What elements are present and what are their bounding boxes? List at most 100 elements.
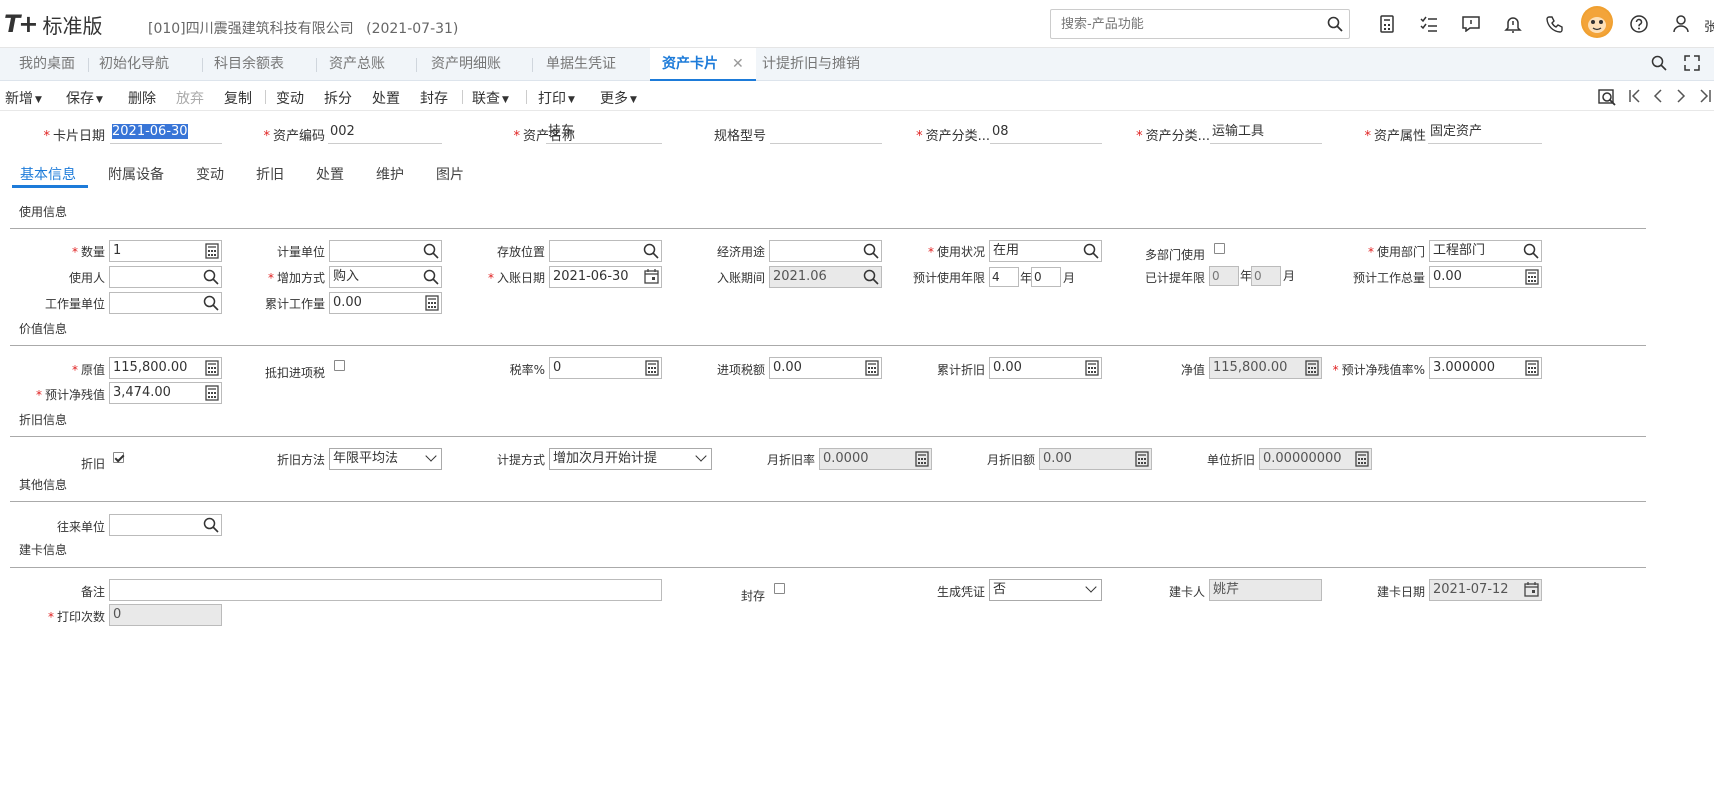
fullscreen-icon[interactable] [1684,55,1700,74]
spec-model-field[interactable] [770,122,882,144]
generate-voucher-select[interactable]: 否 [989,579,1102,601]
workload-unit-field[interactable] [109,292,222,314]
tab-account-balance[interactable]: 科目余额表 [214,48,284,81]
next-record-icon[interactable] [1675,88,1687,107]
locate-icon[interactable] [1598,88,1616,109]
subtab-attached-equipment[interactable]: 附属设备 [108,164,164,184]
subtab-depreciation[interactable]: 折旧 [256,164,284,184]
search-icon[interactable] [1083,243,1099,266]
asset-name-field[interactable]: 挂车 [546,122,662,144]
accrual-mode-select[interactable]: 增加次月开始计提 [549,448,712,470]
split-button[interactable]: 拆分 [324,88,352,108]
user-icon[interactable] [1660,12,1702,36]
seal-checkbox[interactable] [774,583,785,594]
tab-asset-ledger[interactable]: 资产总账 [329,48,385,81]
delete-button[interactable]: 删除 [128,88,156,108]
subtab-maintenance[interactable]: 维护 [376,164,404,184]
notification-bell-icon[interactable] [1492,12,1534,36]
expected-life-years-field[interactable]: 4 [989,267,1019,287]
prev-record-icon[interactable] [1652,88,1664,107]
asset-category-code-field[interactable]: 08 [990,122,1102,144]
search-input[interactable] [1051,10,1311,38]
print-button[interactable]: 打印 ▼ [538,88,575,108]
multi-department-checkbox[interactable] [1214,243,1225,254]
calculator-icon[interactable] [425,295,439,318]
mascot-avatar[interactable] [1576,6,1618,38]
tab-depreciation[interactable]: 计提折旧与摊销 [762,48,860,81]
original-value-field[interactable]: 115,800.00 [109,357,222,379]
quantity-field[interactable]: 1 [109,240,222,262]
calculator-icon[interactable] [205,385,219,408]
calculator-icon[interactable] [865,360,879,383]
usage-status-field[interactable]: 在用 [989,240,1102,262]
calculator-icon[interactable] [645,360,659,383]
search-icon[interactable] [863,243,879,266]
asset-category-name-field[interactable]: 运输工具 [1210,122,1322,144]
change-button[interactable]: 变动 [276,88,304,108]
product-search[interactable] [1050,9,1350,39]
more-button[interactable]: 更多 ▼ [600,88,637,108]
help-icon[interactable] [1618,12,1660,36]
seal-button[interactable]: 封存 [420,88,448,108]
tab-asset-card[interactable]: 资产卡片 ✕ [650,48,756,81]
calculator-icon[interactable] [205,243,219,266]
monkey-icon[interactable] [1581,6,1613,38]
residual-value-field[interactable]: 3,474.00 [109,382,222,404]
entry-period-field[interactable]: 2021.06 [769,266,882,288]
user-field[interactable] [109,266,222,288]
storage-location-field[interactable] [549,240,662,262]
input-tax-amount-field[interactable]: 0.00 [769,357,882,379]
accumulated-workload-field[interactable]: 0.00 [329,292,442,314]
residual-rate-field[interactable]: 3.000000 [1429,357,1542,379]
usage-department-field[interactable]: 工程部门 [1429,240,1542,262]
subtab-images[interactable]: 图片 [436,164,464,184]
depreciation-method-select[interactable]: 年限平均法 [329,448,442,470]
query-button[interactable]: 联查 ▼ [472,88,509,108]
total-workload-field[interactable]: 0.00 [1429,266,1542,288]
search-icon[interactable] [1327,16,1343,35]
asset-code-field[interactable]: 002 [328,122,442,144]
last-record-icon[interactable] [1698,88,1712,107]
economic-use-field[interactable] [769,240,882,262]
depreciate-checkbox[interactable] [113,452,124,463]
message-icon[interactable] [1450,12,1492,36]
tab-voucher-gen[interactable]: 单据生凭证 [546,48,616,81]
calculator-icon[interactable] [1085,360,1099,383]
search-icon[interactable] [423,269,439,292]
expected-life-months-field[interactable]: 0 [1031,267,1061,287]
deduct-input-tax-checkbox[interactable] [334,360,345,371]
partner-field[interactable] [109,514,222,536]
calculator-icon[interactable] [205,360,219,383]
tax-rate-field[interactable]: 0 [549,357,662,379]
add-method-field[interactable]: 购入 [329,266,442,288]
copy-button[interactable]: 复制 [224,88,252,108]
entry-date-field[interactable]: 2021-06-30 [549,266,662,288]
tab-search-icon[interactable] [1651,55,1667,74]
calculator-icon[interactable] [1366,12,1408,36]
calculator-icon[interactable] [1525,269,1539,292]
card-date-field[interactable]: 2021-06-30 [110,122,222,144]
accumulated-depreciation-field[interactable]: 0.00 [989,357,1102,379]
subtab-disposal[interactable]: 处置 [316,164,344,184]
user-name[interactable]: 张 [1704,16,1714,35]
search-icon[interactable] [203,517,219,540]
close-icon[interactable]: ✕ [732,56,744,72]
tab-asset-detail[interactable]: 资产明细账 [431,48,501,81]
search-icon[interactable] [1523,243,1539,266]
asset-attribute-field[interactable]: 固定资产 [1428,122,1542,144]
tab-init-guide[interactable]: 初始化导航 [99,48,169,81]
search-icon[interactable] [423,243,439,266]
search-icon[interactable] [203,269,219,292]
measure-unit-field[interactable] [329,240,442,262]
new-button[interactable]: 新增 ▼ [5,88,42,108]
memo-field[interactable] [109,579,662,601]
task-list-icon[interactable] [1408,12,1450,36]
first-record-icon[interactable] [1628,88,1642,107]
search-icon[interactable] [203,295,219,318]
search-icon[interactable] [863,269,879,292]
calculator-icon[interactable] [1525,360,1539,383]
search-icon[interactable] [643,243,659,266]
calendar-icon[interactable] [644,269,659,291]
save-button[interactable]: 保存 ▼ [66,88,103,108]
tab-my-desktop[interactable]: 我的桌面 [19,48,75,81]
